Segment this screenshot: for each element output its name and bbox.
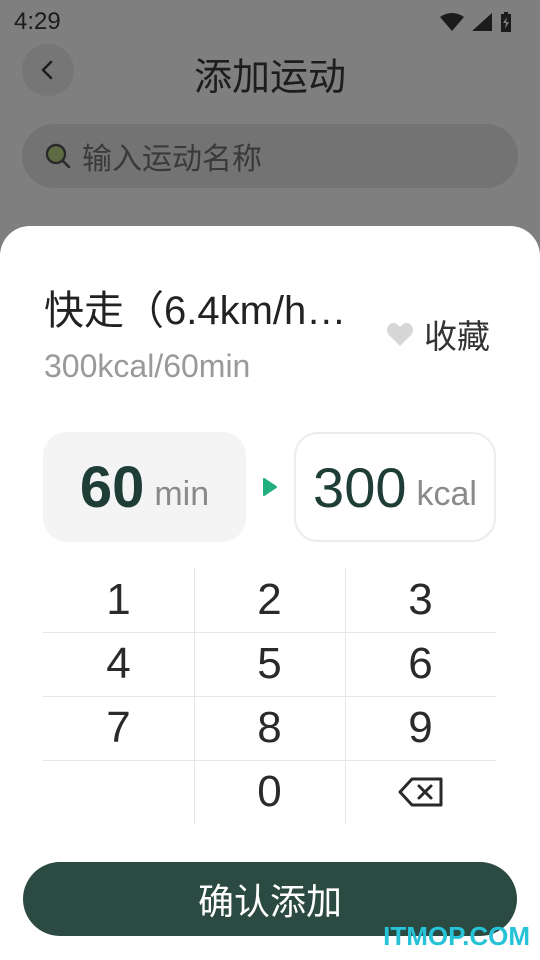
status-bar: 4:29 (0, 0, 540, 44)
calorie-value: 300 (313, 455, 407, 519)
add-exercise-sheet: 快走（6.4km/h… 收藏 300kcal/60min 60 min 300 … (0, 226, 540, 960)
key-4[interactable]: 4 (43, 632, 194, 696)
key-0[interactable]: 0 (194, 760, 345, 824)
arrow-right-icon (263, 478, 277, 496)
key-1[interactable]: 1 (43, 568, 194, 632)
watermark: ITMOP.COM (383, 921, 530, 951)
search-input[interactable]: 输入运动名称 (22, 124, 518, 188)
favorite-label: 收藏 (424, 318, 490, 355)
status-icons (440, 12, 512, 32)
backspace-button[interactable] (345, 760, 496, 824)
status-time: 4:29 (14, 8, 61, 35)
duration-input[interactable]: 60 min (43, 432, 246, 542)
wifi-icon (440, 13, 464, 31)
key-9[interactable]: 9 (345, 696, 496, 760)
search-icon (45, 143, 71, 169)
number-keypad: 1 2 3 4 5 6 7 8 9 0 (43, 568, 496, 824)
calorie-unit: kcal (416, 474, 477, 513)
page-title: 添加运动 (193, 57, 346, 99)
search-placeholder: 输入运动名称 (82, 143, 262, 176)
calorie-output: 300 kcal (294, 432, 496, 542)
duration-value: 60 (79, 454, 145, 520)
exercise-name: 快走（6.4km/h… (44, 289, 347, 333)
heart-icon (387, 322, 413, 346)
key-3[interactable]: 3 (345, 568, 496, 632)
favorite-button[interactable]: 收藏 (386, 310, 490, 358)
key-5[interactable]: 5 (194, 632, 345, 696)
key-8[interactable]: 8 (194, 696, 345, 760)
key-2[interactable]: 2 (194, 568, 345, 632)
exercise-calorie-rate: 300kcal/60min (44, 348, 251, 384)
key-6[interactable]: 6 (345, 632, 496, 696)
key-empty (43, 760, 194, 824)
key-7[interactable]: 7 (43, 696, 194, 760)
signal-icon (472, 13, 492, 31)
backspace-icon (398, 777, 442, 807)
duration-unit: min (154, 474, 210, 513)
battery-icon (501, 12, 511, 32)
page-header: 添加运动 (0, 40, 540, 100)
